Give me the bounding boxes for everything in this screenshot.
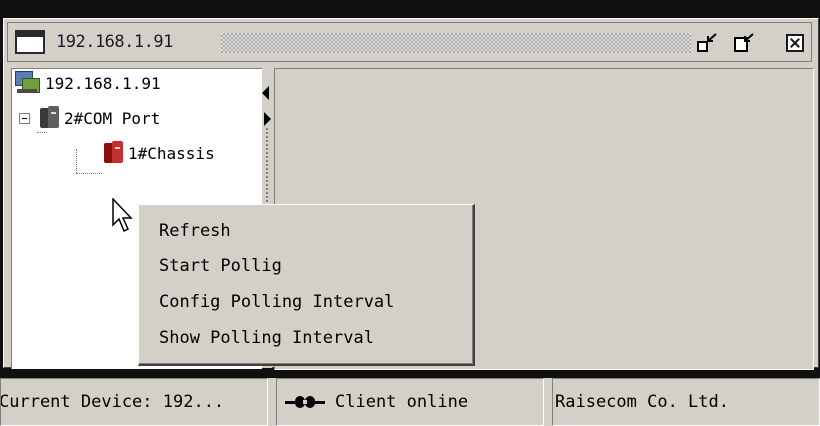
window-icon[interactable] <box>15 30 45 54</box>
menu-item-show-polling-interval[interactable]: Show Polling Interval <box>159 328 374 348</box>
title-bar-fill <box>221 33 691 53</box>
window-title: 192.168.1.91 <box>56 32 173 52</box>
computer-icon <box>15 71 40 95</box>
tree-connector <box>37 132 47 134</box>
chassis-icon <box>104 141 124 165</box>
collapse-left-icon[interactable] <box>262 86 269 100</box>
tree-node-chassis[interactable]: 1#Chassis <box>104 141 215 165</box>
tree-node-root-label: 192.168.1.91 <box>45 73 161 93</box>
status-current-device: Current Device: 192... <box>0 378 268 426</box>
restore-icon <box>734 33 754 52</box>
context-menu: Refresh Start Pollig Config Polling Inte… <box>138 204 475 366</box>
close-button[interactable] <box>783 32 807 54</box>
tree-connector <box>76 173 102 175</box>
status-company: Raisecom Co. Ltd. <box>552 378 820 426</box>
minimize-icon <box>697 33 717 52</box>
minimize-button[interactable] <box>696 32 720 54</box>
plug-icon <box>285 395 325 409</box>
tree-node-chassis-label: 1#Chassis <box>128 143 215 163</box>
tree-node-com-port[interactable]: 2#COM Port <box>19 106 160 130</box>
tree-node-com-port-label: 2#COM Port <box>64 108 161 128</box>
server-icon <box>40 106 60 130</box>
status-company-text: Raisecom Co. Ltd. <box>555 392 729 412</box>
status-current-device-text: Current Device: 192... <box>0 392 225 412</box>
collapse-toggle-icon[interactable] <box>19 112 30 124</box>
status-client: Client online <box>276 378 544 426</box>
mouse-cursor-icon <box>112 198 133 233</box>
tree-connector <box>76 149 78 173</box>
menu-item-config-polling-interval[interactable]: Config Polling Interval <box>159 292 394 312</box>
status-client-text: Client online <box>335 392 469 412</box>
close-icon <box>786 34 804 52</box>
expand-right-icon[interactable] <box>264 112 271 126</box>
tree-node-root[interactable]: 192.168.1.91 <box>15 71 161 95</box>
menu-item-refresh[interactable]: Refresh <box>159 221 231 241</box>
title-bar[interactable]: 192.168.1.91 <box>7 22 812 62</box>
restore-button[interactable] <box>733 32 757 54</box>
status-bar: Current Device: 192... Client online Rai… <box>0 378 820 426</box>
menu-item-start-polling[interactable]: Start Pollig <box>159 256 282 276</box>
